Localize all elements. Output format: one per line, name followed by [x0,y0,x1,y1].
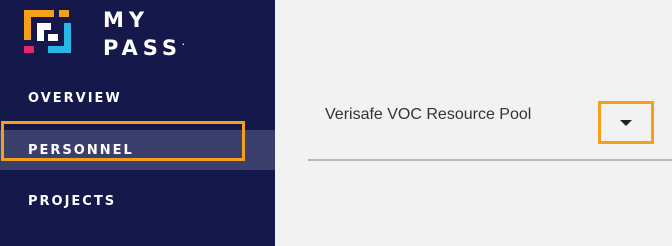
sidebar: MY PASS· OVERVIEW PERSONNEL PROJECTS [0,0,275,246]
resource-pool-dropdown-button[interactable] [598,101,654,144]
resource-pool-label: Verisafe VOC Resource Pool [325,106,532,123]
brand-name: MY PASS· [103,8,185,61]
trademark-mark: · [182,41,185,49]
mypass-logo-icon [24,10,71,53]
sidebar-item-label: PROJECTS [28,193,117,209]
caret-down-icon [620,119,632,126]
app-window: MY PASS· OVERVIEW PERSONNEL PROJECTS Ver… [0,0,672,246]
sidebar-item-projects[interactable]: PROJECTS [0,181,275,221]
resource-pool-select[interactable]: Verisafe VOC Resource Pool [325,106,531,124]
brand-line-2-text: PASS [103,36,183,60]
sidebar-item-label: PERSONNEL [28,142,134,158]
sidebar-item-overview[interactable]: OVERVIEW [0,78,275,118]
sidebar-item-label: OVERVIEW [28,90,122,106]
select-underline-divider [308,159,672,161]
sidebar-item-personnel[interactable]: PERSONNEL [0,130,275,170]
brand-line-2: PASS· [103,33,185,61]
brand-line-1: MY [103,8,150,32]
